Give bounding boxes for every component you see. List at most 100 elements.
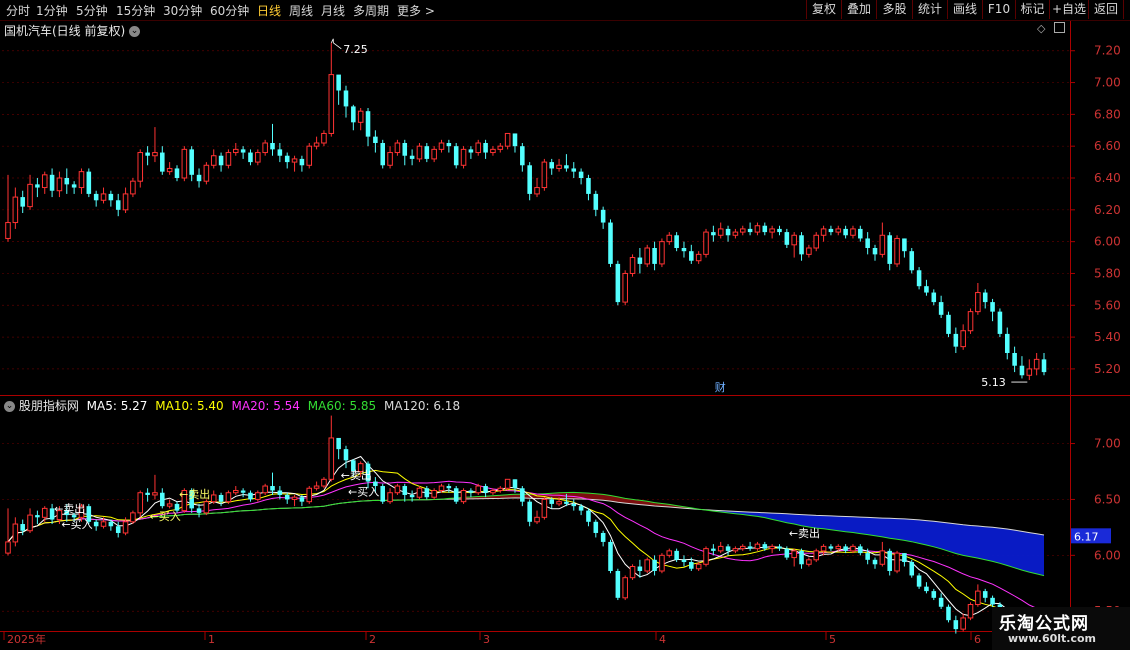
indicator-candle <box>593 519 599 538</box>
main-candle <box>453 143 459 169</box>
main-candle-body <box>960 330 966 348</box>
indicator-candle <box>93 519 99 531</box>
logo-url: www.60lt.com <box>1008 632 1097 645</box>
main-candle <box>218 152 224 172</box>
main-candle-body <box>446 143 452 147</box>
main-candle-body <box>924 286 929 293</box>
main-candle-body <box>270 143 275 150</box>
main-candle-body <box>608 222 613 264</box>
indicator-candle <box>313 481 320 491</box>
main-candle <box>210 149 217 169</box>
main-candle-body <box>666 234 673 243</box>
ma60-value: MA60: 5.85 <box>307 399 377 413</box>
main-candle <box>1041 353 1047 376</box>
main-candle-body <box>203 164 210 182</box>
indicator-candle-body <box>578 506 584 511</box>
kline-chart[interactable]: 7.20 7.00 6.80 6.60 6.40 6.20 6.00 5.80 5.60 5.40… <box>0 0 1130 650</box>
main-candle <box>284 152 290 169</box>
indicator-candle <box>666 548 673 558</box>
indicator-candle <box>394 483 401 495</box>
main-candle-body <box>777 228 782 233</box>
signal-label: ←买入 <box>348 486 379 499</box>
chevron-down-icon[interactable]: ⌄ <box>129 26 141 37</box>
signal-label: ←卖出 <box>54 501 85 515</box>
main-candle-body <box>137 152 144 182</box>
main-candle-body <box>799 235 804 255</box>
main-candle-body <box>460 148 467 166</box>
main-candle-body <box>637 257 643 264</box>
indicator-candle <box>218 492 224 507</box>
main-candle-body <box>909 251 915 271</box>
indicator-candle-body <box>5 541 11 554</box>
main-candle <box>902 238 907 258</box>
main-candle-body <box>879 234 886 255</box>
indicator-candle <box>248 490 253 502</box>
main-candle <box>629 254 636 277</box>
main-candle <box>460 146 467 169</box>
main-candle-body <box>431 148 437 160</box>
main-candle <box>1004 327 1010 360</box>
indicator-candle <box>130 510 136 525</box>
indicator-candle-body <box>277 490 283 495</box>
indicator-candle <box>652 555 657 576</box>
indicator-candle <box>504 478 511 491</box>
main-panel-title: 国机汽车(日线 前复权) ⌄ <box>4 22 141 39</box>
indicator-candle <box>953 615 959 634</box>
main-candle-body <box>850 228 856 236</box>
indicator-candle-body <box>739 545 746 550</box>
indicator-candle-body <box>160 492 165 507</box>
indicator-candle-body <box>497 487 504 491</box>
indicator-candle-body <box>152 492 158 496</box>
indicator-candle <box>600 530 606 547</box>
main-candle-body <box>189 149 194 175</box>
indicator-candle-body <box>130 512 136 523</box>
indicator-candle-body <box>210 494 217 503</box>
main-candle <box>64 168 70 194</box>
main-candle <box>321 130 327 147</box>
main-candle <box>483 139 488 159</box>
indicator-candle <box>879 541 886 567</box>
indicator-candle-body <box>108 521 114 527</box>
main-candle <box>879 222 886 258</box>
indicator-candle <box>938 593 944 609</box>
main-candle-body <box>351 106 356 123</box>
ma20-value: MA20: 5.54 <box>231 399 300 413</box>
indicator-candle-body <box>100 521 107 527</box>
indicator-candle <box>681 555 687 567</box>
main-candle-body <box>78 171 85 189</box>
main-candle-body <box>1033 358 1040 370</box>
restore-icon[interactable] <box>1054 22 1065 33</box>
indicator-candle-body <box>556 501 562 505</box>
indicator-candle-body <box>637 566 643 571</box>
main-candle <box>115 193 121 217</box>
main-candle-body <box>438 142 445 150</box>
main-candle-body <box>931 292 937 303</box>
indicator-menu-icon[interactable]: ⌄ <box>4 401 15 412</box>
indicator-candle-body <box>982 591 988 598</box>
indicator-candle-body <box>240 490 246 493</box>
indicator-candle-body <box>255 492 261 500</box>
indicator-candle-body <box>520 488 525 502</box>
indicator-candle-body <box>615 570 621 598</box>
indicator-candle <box>982 588 988 603</box>
main-candle <box>497 143 504 153</box>
main-candle-body <box>387 152 393 166</box>
main-candle-body <box>725 228 731 236</box>
diamond-icon[interactable]: ◇ <box>1037 22 1045 35</box>
main-candle-body <box>210 155 217 166</box>
indicator-candle <box>931 588 937 601</box>
indicator-candle-body <box>813 550 820 561</box>
indicator-candle-body <box>475 485 482 494</box>
main-candle <box>622 270 628 306</box>
indicator-candle <box>306 486 313 504</box>
main-candle <box>578 168 584 185</box>
main-candle-body <box>739 228 746 233</box>
indicator-candle <box>232 486 239 495</box>
main-candle-body <box>865 238 870 248</box>
main-candle-body <box>225 152 232 166</box>
main-candle-body <box>380 143 386 166</box>
main-candle <box>291 155 298 172</box>
main-candle-body <box>982 292 988 303</box>
main-candle-body <box>321 132 327 144</box>
indicator-candle <box>872 557 878 569</box>
